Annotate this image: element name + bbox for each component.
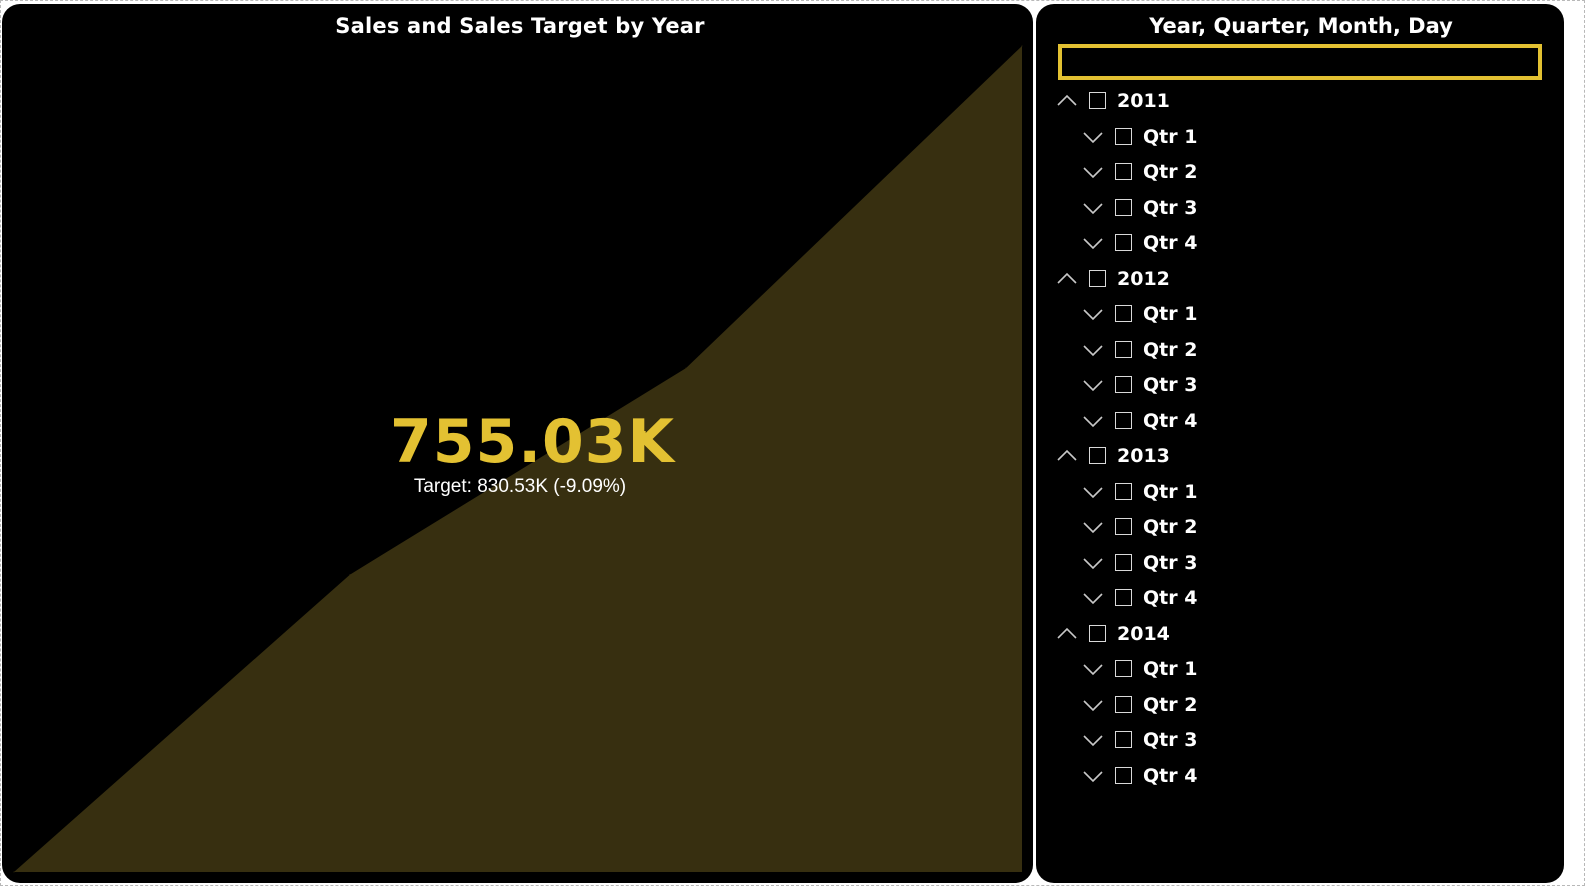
trend-point-2012 (349, 574, 351, 576)
checkbox-icon[interactable] (1089, 270, 1106, 287)
kpi-value: 755.03K (390, 407, 676, 477)
tree-quarter-item[interactable]: Qtr 4 (1082, 763, 1536, 793)
kpi-alert-icon: ! (640, 428, 649, 449)
tree-node-label: Qtr 2 (1143, 694, 1198, 716)
tree-year-2014[interactable]: 2014 (1056, 621, 1536, 651)
tree-node-label: Qtr 4 (1143, 232, 1198, 254)
checkbox-icon[interactable] (1115, 589, 1132, 606)
tree-node-label: Qtr 1 (1143, 303, 1198, 325)
chevron-down-icon[interactable] (1082, 696, 1104, 714)
checkbox-icon[interactable] (1115, 731, 1132, 748)
tree-year-2012[interactable]: 2012 (1056, 266, 1536, 296)
report-canvas: Sales and Sales Target by Year 755.03K !… (0, 0, 1587, 896)
trend-point-2011 (13, 871, 15, 873)
kpi-card[interactable]: Sales and Sales Target by Year 755.03K !… (2, 4, 1033, 883)
tree-node-label: Qtr 4 (1143, 410, 1198, 432)
chevron-up-icon[interactable] (1056, 92, 1078, 110)
tree-node-label: Qtr 4 (1143, 765, 1198, 787)
tree-node-label: 2013 (1117, 445, 1170, 467)
kpi-title: Sales and Sales Target by Year (335, 14, 705, 38)
tree-node-label: Qtr 3 (1143, 729, 1198, 751)
tree-node-label: Qtr 2 (1143, 161, 1198, 183)
date-hierarchy-slicer[interactable]: Year, Quarter, Month, Day 2011 Qtr 1 Qtr 2… (1036, 4, 1564, 883)
tree-year-2011[interactable]: 2011 (1056, 88, 1536, 118)
checkbox-icon[interactable] (1115, 660, 1132, 677)
checkbox-icon[interactable] (1115, 128, 1132, 145)
tree-quarter-item[interactable]: Qtr 2 (1082, 159, 1536, 189)
tree-node-label: Qtr 1 (1143, 481, 1198, 503)
checkbox-icon[interactable] (1115, 483, 1132, 500)
chevron-down-icon[interactable] (1082, 518, 1104, 536)
tree-quarter-item[interactable]: Qtr 3 (1082, 550, 1536, 580)
chevron-down-icon[interactable] (1082, 163, 1104, 181)
chevron-down-icon[interactable] (1082, 341, 1104, 359)
checkbox-icon[interactable] (1089, 447, 1106, 464)
checkbox-icon[interactable] (1115, 412, 1132, 429)
slicer-search-input[interactable] (1058, 44, 1542, 80)
tree-quarter-item[interactable]: Qtr 1 (1082, 479, 1536, 509)
chevron-down-icon[interactable] (1082, 128, 1104, 146)
checkbox-icon[interactable] (1115, 341, 1132, 358)
checkbox-icon[interactable] (1115, 767, 1132, 784)
checkbox-icon[interactable] (1115, 554, 1132, 571)
tree-quarter-item[interactable]: Qtr 4 (1082, 230, 1536, 260)
tree-node-label: 2012 (1117, 268, 1170, 290)
chevron-down-icon[interactable] (1082, 199, 1104, 217)
kpi-target-text: Target: 830.53K (-9.09%) (413, 476, 627, 497)
tree-quarter-item[interactable]: Qtr 2 (1082, 514, 1536, 544)
tree-node-label: 2014 (1117, 623, 1170, 645)
tree-node-label: Qtr 1 (1143, 658, 1198, 680)
checkbox-icon[interactable] (1115, 376, 1132, 393)
chevron-down-icon[interactable] (1082, 376, 1104, 394)
tree-quarter-item[interactable]: Qtr 3 (1082, 372, 1536, 402)
tree-node-label: Qtr 1 (1143, 126, 1198, 148)
chevron-down-icon[interactable] (1082, 234, 1104, 252)
trend-point-2014 (1021, 45, 1023, 47)
checkbox-icon[interactable] (1115, 234, 1132, 251)
tree-quarter-item[interactable]: Qtr 1 (1082, 301, 1536, 331)
tree-quarter-item[interactable]: Qtr 2 (1082, 692, 1536, 722)
tree-quarter-item[interactable]: Qtr 2 (1082, 337, 1536, 367)
kpi-value-group: 755.03K ! (390, 406, 674, 478)
tree-node-label: Qtr 3 (1143, 552, 1198, 574)
checkbox-icon[interactable] (1115, 163, 1132, 180)
tree-node-label: Qtr 3 (1143, 374, 1198, 396)
chevron-down-icon[interactable] (1082, 660, 1104, 678)
chevron-down-icon[interactable] (1082, 412, 1104, 430)
checkbox-icon[interactable] (1115, 199, 1132, 216)
tree-quarter-item[interactable]: Qtr 1 (1082, 124, 1536, 154)
checkbox-icon[interactable] (1089, 625, 1106, 642)
trend-point-2013 (685, 367, 687, 369)
chevron-down-icon[interactable] (1082, 731, 1104, 749)
checkbox-icon[interactable] (1115, 696, 1132, 713)
tree-node-label: Qtr 3 (1143, 197, 1198, 219)
tree-node-label: Qtr 2 (1143, 516, 1198, 538)
chevron-up-icon[interactable] (1056, 625, 1078, 643)
chevron-down-icon[interactable] (1082, 554, 1104, 572)
chevron-down-icon[interactable] (1082, 305, 1104, 323)
checkbox-icon[interactable] (1115, 305, 1132, 322)
chevron-down-icon[interactable] (1082, 589, 1104, 607)
slicer-title: Year, Quarter, Month, Day (1149, 14, 1453, 38)
tree-node-label: Qtr 4 (1143, 587, 1198, 609)
chevron-down-icon[interactable] (1082, 767, 1104, 785)
chevron-up-icon[interactable] (1056, 447, 1078, 465)
tree-year-2013[interactable]: 2013 (1056, 443, 1536, 473)
tree-quarter-item[interactable]: Qtr 4 (1082, 408, 1536, 438)
tree-node-label: Qtr 2 (1143, 339, 1198, 361)
chevron-down-icon[interactable] (1082, 483, 1104, 501)
tree-quarter-item[interactable]: Qtr 1 (1082, 656, 1536, 686)
tree-node-label: 2011 (1117, 90, 1170, 112)
tree-quarter-item[interactable]: Qtr 3 (1082, 195, 1536, 225)
chevron-up-icon[interactable] (1056, 270, 1078, 288)
tree-quarter-item[interactable]: Qtr 4 (1082, 585, 1536, 615)
checkbox-icon[interactable] (1089, 92, 1106, 109)
tree-quarter-item[interactable]: Qtr 3 (1082, 727, 1536, 757)
checkbox-icon[interactable] (1115, 518, 1132, 535)
